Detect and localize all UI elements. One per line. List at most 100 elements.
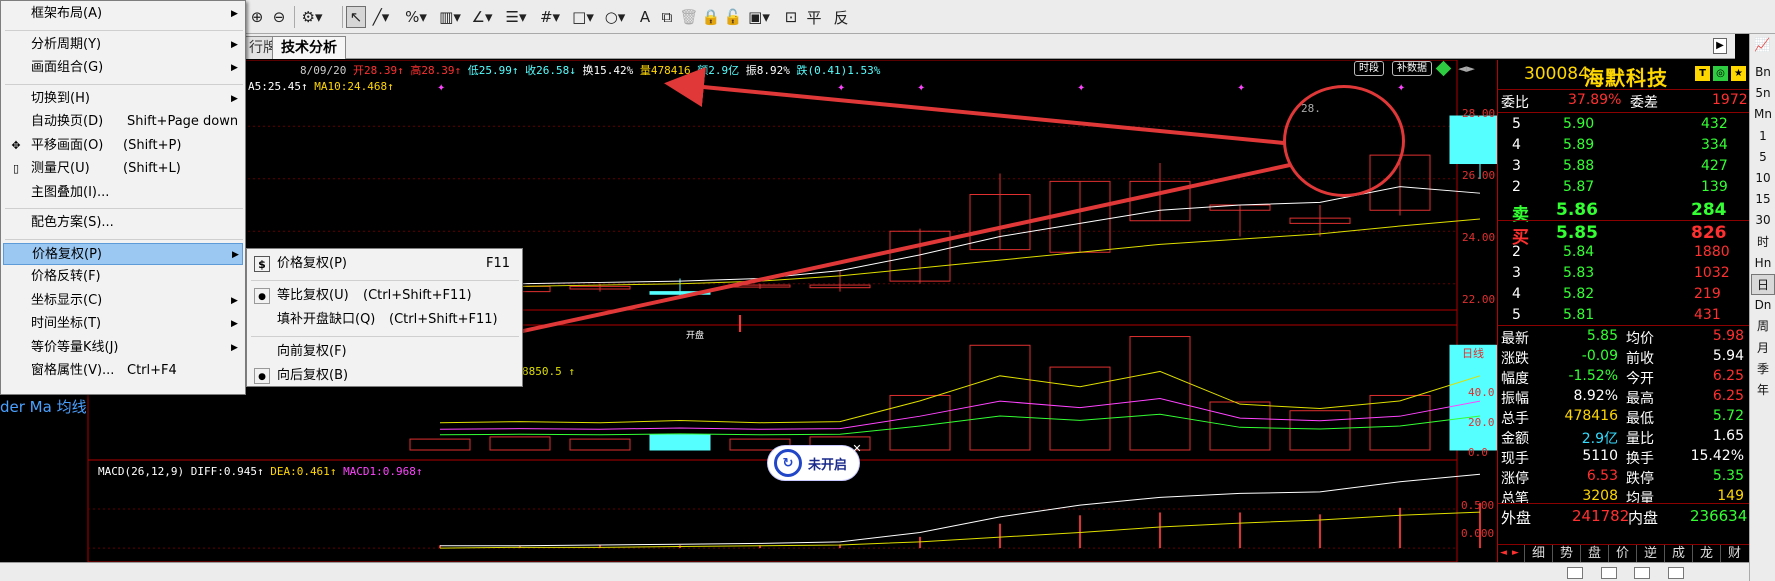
status-box[interactable] [1668, 567, 1684, 579]
move-icon: ✥ [11, 138, 21, 152]
quote-label: 现手 [1501, 451, 1529, 467]
submenu-item[interactable]: ● 向后复权(B) [249, 365, 519, 387]
t-icon[interactable]: T [1695, 66, 1710, 81]
quote-label: 跌停 [1626, 471, 1654, 487]
quote-label: 均价 [1626, 331, 1654, 347]
panel-tab-bar: ◄ ► 细势盘价逆成龙财 [1498, 544, 1750, 563]
period-button[interactable]: 日 [1751, 274, 1775, 295]
submenu-item-label: 填补开盘缺口(Q) [277, 312, 376, 327]
submenu-arrow-icon: ▶ [231, 93, 238, 104]
menu-item-label: 测量尺(U) [31, 161, 90, 176]
submenu-item[interactable]: 向前复权(F) [249, 341, 519, 363]
panel-tab[interactable]: 逆 [1636, 545, 1664, 563]
menu-item-label: 画面组合(G) [31, 60, 104, 75]
menu-item[interactable]: 切换到(H) ▶ [3, 88, 243, 110]
submenu-item-label: 等比复权(U) [277, 288, 349, 303]
period-button[interactable]: 时 [1751, 232, 1775, 253]
next-page-icon[interactable]: ▶ [1713, 38, 1727, 54]
period-button[interactable]: Dn [1751, 295, 1775, 316]
panel-tab[interactable]: 势 [1552, 545, 1580, 563]
submenu-item[interactable]: 填补开盘缺口(Q) (Ctrl+Shift+F11) [249, 309, 519, 331]
menu-item[interactable]: 框架布局(A) ▶ [3, 3, 243, 25]
menu-item[interactable]: 画面组合(G) ▶ [3, 57, 243, 79]
status-box[interactable] [1567, 567, 1583, 579]
selected-bullet-icon: ● [254, 288, 270, 304]
buy-volume: 219 [1694, 286, 1721, 302]
menu-item[interactable]: ✥ 平移画面(O) (Shift+P) [3, 135, 243, 157]
quote-value: 478416 [1564, 408, 1618, 424]
period-button[interactable]: 季 [1751, 359, 1775, 380]
prev-tab-icon[interactable]: ◄ [1500, 548, 1507, 558]
submenu-item[interactable]: $ 价格复权(P) F11 [249, 253, 519, 275]
stock-code: 300084 [1524, 64, 1589, 84]
period-button[interactable]: 5 [1751, 147, 1775, 168]
menu-item[interactable]: 分析周期(Y) ▶ [3, 34, 243, 56]
panel-tab[interactable]: 盘 [1580, 545, 1608, 563]
star-icon[interactable]: ★ [1731, 66, 1746, 81]
period-button[interactable]: Hn [1751, 253, 1775, 274]
panel-tab[interactable]: 龙 [1692, 545, 1720, 563]
submenu-arrow-icon: ▶ [231, 319, 238, 329]
period-button[interactable]: 月 [1751, 338, 1775, 359]
panel-tab[interactable]: 细 [1524, 545, 1552, 563]
period-button[interactable]: Mn [1751, 104, 1775, 125]
menu-item-label: 自动换页(D) [31, 114, 104, 129]
submenu-item-label: 向前复权(F) [277, 344, 347, 359]
period-button[interactable]: Bn [1751, 62, 1775, 83]
panel-tab[interactable]: 价 [1608, 545, 1636, 563]
period-button[interactable]: 15 [1751, 189, 1775, 210]
sell-level: 2 [1512, 179, 1521, 195]
menu-item-label: 价格反转(F) [31, 269, 101, 284]
menu-item[interactable]: 坐标显示(C) ▶ [3, 290, 243, 312]
sell-level: 3 [1512, 158, 1521, 174]
quote-value: 15.42% [1690, 448, 1744, 464]
period-button[interactable]: 年 [1751, 380, 1775, 401]
menu-item[interactable]: 价格复权(P) ▶ [3, 242, 243, 265]
submenu-item-label: 向后复权(B) [277, 368, 349, 383]
menu-item[interactable]: 自动换页(D) Shift+Page down [3, 111, 243, 133]
period-button[interactable]: 10 [1751, 168, 1775, 189]
link-icon[interactable]: ◎ [1713, 66, 1728, 81]
panel-tab[interactable]: 财 [1720, 545, 1748, 563]
period-button[interactable]: 周 [1751, 316, 1775, 337]
menu-item-label: 配色方案(S)... [31, 215, 114, 230]
quote-label: 最高 [1626, 391, 1654, 407]
period-button[interactable]: 30 [1751, 210, 1775, 231]
menu-item[interactable]: 配色方案(S)... [3, 212, 243, 234]
submenu-item[interactable]: ● 等比复权(U) (Ctrl+Shift+F11) [249, 285, 519, 307]
quote-label: 总笔 [1501, 491, 1529, 507]
dollar-icon: $ [254, 256, 270, 272]
quote-label: 前收 [1626, 351, 1654, 367]
menu-item[interactable]: 窗格属性(V)... Ctrl+F4 [3, 360, 243, 382]
buy-volume: 431 [1694, 307, 1721, 323]
status-box[interactable] [1634, 567, 1650, 579]
quote-label: 涨跌 [1501, 351, 1529, 367]
chart-icon[interactable]: 📈 [1754, 38, 1770, 53]
buy-price: 5.85 [1556, 223, 1598, 243]
next-tab-icon[interactable]: ► [1512, 548, 1519, 558]
submenu-arrow-icon: ▶ [231, 9, 238, 19]
menu-item[interactable]: 主图叠加(I)... [3, 182, 243, 204]
panel-tab[interactable]: 成 [1664, 545, 1692, 563]
sell-volume: 432 [1701, 116, 1728, 132]
status-box[interactable] [1601, 567, 1617, 579]
period-button[interactable]: 5n [1751, 83, 1775, 104]
sell-level: 卖 [1512, 205, 1529, 225]
period-button[interactable]: 1 [1751, 126, 1775, 147]
quote-label: 最新 [1501, 331, 1529, 347]
menu-item[interactable]: 价格反转(F) [3, 266, 243, 288]
menu-item[interactable]: ▯ 测量尺(U) (Shift+L) [3, 158, 243, 180]
menu-item[interactable]: 等价等量K线(J) ▶ [3, 337, 243, 359]
buy-level: 3 [1512, 265, 1521, 281]
menu-item-shortcut: Ctrl+F4 [127, 363, 177, 378]
not-enabled-badge[interactable]: ↻ 未开启 [767, 445, 860, 481]
close-icon[interactable]: ✕ [851, 443, 863, 455]
menu-item-shortcut: Shift+Page down [127, 114, 239, 129]
menu-separator [251, 336, 519, 337]
sell-volume: 139 [1701, 179, 1728, 195]
buy-price: 5.81 [1563, 307, 1595, 323]
menu-item[interactable]: 时间坐标(T) ▶ [3, 313, 243, 335]
quote-value: 1.65 [1712, 428, 1744, 444]
quote-value: 5110 [1582, 448, 1618, 464]
quote-value: 5.72 [1712, 408, 1744, 424]
